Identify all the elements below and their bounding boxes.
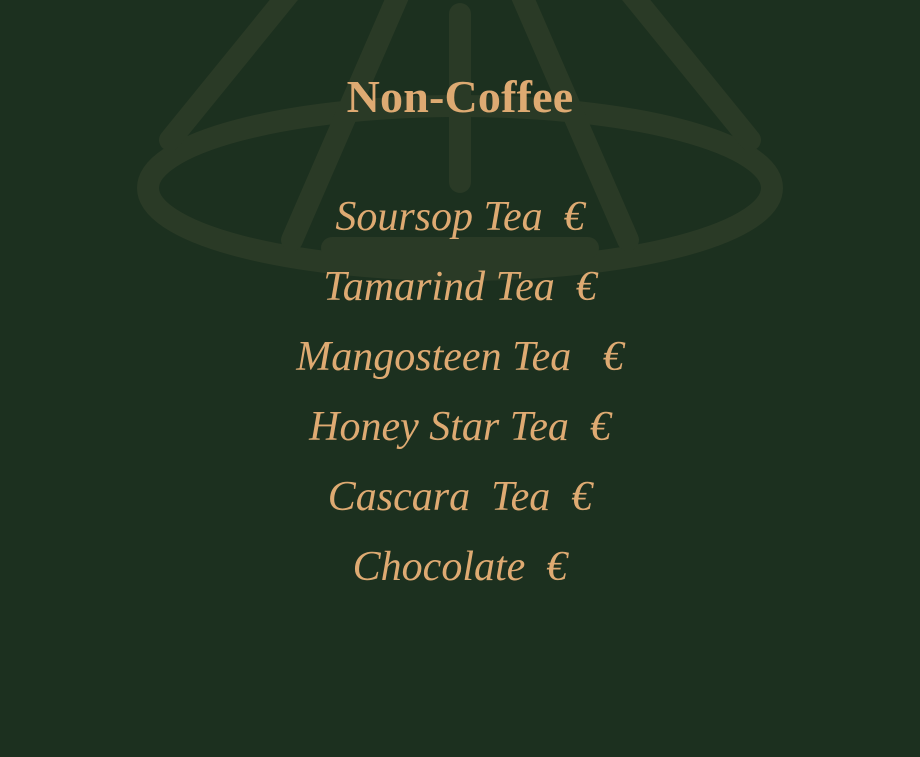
menu-item-honey-star-tea: Honey Star Tea € xyxy=(309,404,611,450)
menu-item-cascara-tea: Cascara Tea € xyxy=(327,474,593,520)
menu-title: Non-Coffee xyxy=(346,71,574,122)
non-coffee-menu: Non-Coffee Soursop Tea € Tamarind Tea € … xyxy=(0,0,920,757)
menu-item-mangosteen-tea: Mangosteen Tea € xyxy=(296,334,624,380)
menu-item-soursop-tea: Soursop Tea € xyxy=(335,194,585,240)
menu-list: Soursop Tea € Tamarind Tea € Mangosteen … xyxy=(0,182,920,602)
menu-item-tamarind-tea: Tamarind Tea € xyxy=(323,264,597,310)
menu-item-chocolate: Chocolate € xyxy=(352,544,568,590)
